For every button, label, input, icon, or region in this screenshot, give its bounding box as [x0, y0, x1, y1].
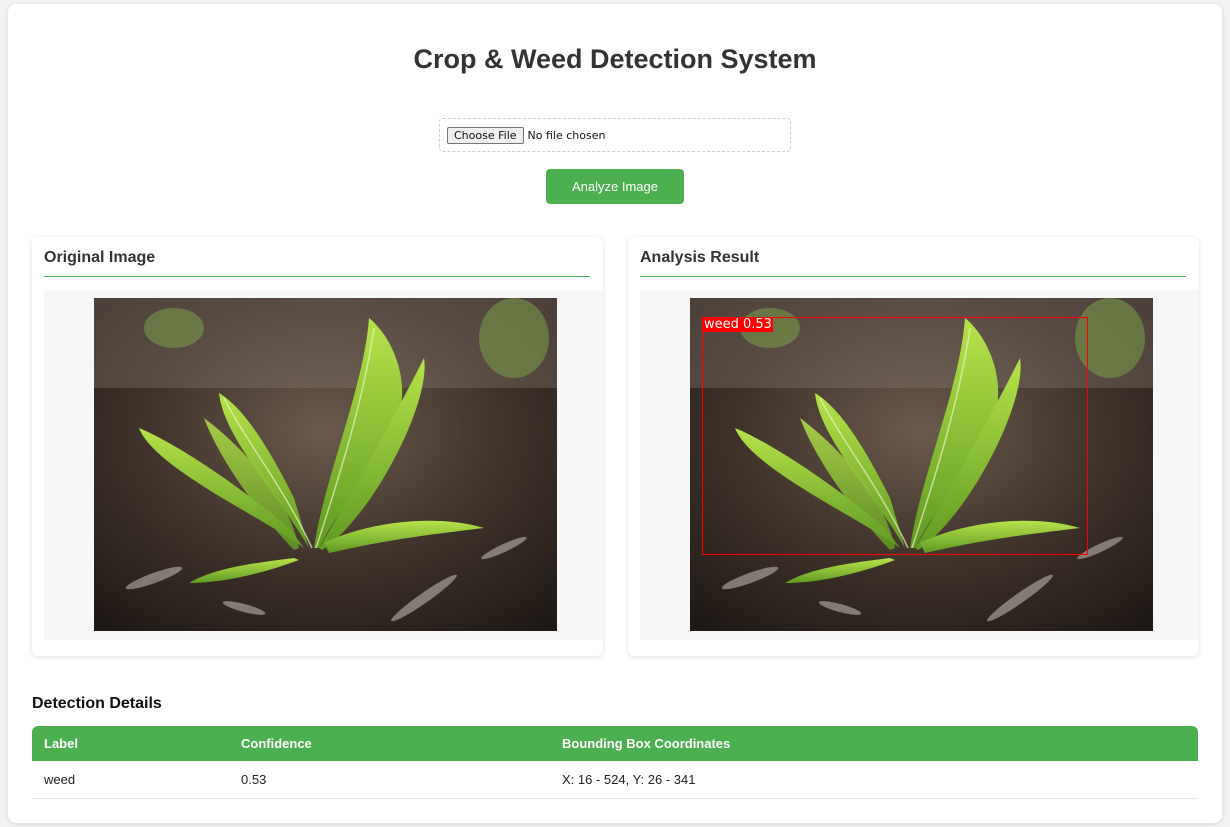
result-plant-image: weed 0.53: [690, 298, 1153, 631]
detection-bounding-box: weed 0.53: [702, 317, 1088, 555]
cell-bbox: X: 16 - 524, Y: 26 - 341: [550, 761, 1198, 799]
original-image-area: [44, 290, 603, 640]
result-image-area: weed 0.53: [640, 290, 1199, 640]
file-status: No file chosen: [527, 128, 606, 142]
cell-label: weed: [32, 761, 229, 799]
choose-file-button[interactable]: Choose File: [447, 126, 524, 144]
file-upload[interactable]: Choose File No file chosen: [439, 118, 791, 152]
original-plant-image: [94, 298, 557, 631]
page-title: Crop & Weed Detection System: [413, 44, 817, 74]
detection-label: weed 0.53: [703, 317, 773, 332]
detection-details-table: Label Confidence Bounding Box Coordinate…: [32, 726, 1198, 799]
analysis-result-card: Analysis Result weed 0.53: [628, 237, 1199, 656]
column-header-confidence: Confidence: [229, 726, 550, 761]
detection-details-title: Detection Details: [32, 695, 162, 712]
column-header-label: Label: [32, 726, 229, 761]
analyze-image-button[interactable]: Analyze Image: [546, 169, 684, 204]
original-image-card: Original Image: [32, 237, 603, 656]
main-container: Crop & Weed Detection System Choose File…: [8, 4, 1222, 823]
table-header-row: Label Confidence Bounding Box Coordinate…: [32, 726, 1198, 761]
cell-confidence: 0.53: [229, 761, 550, 799]
original-image-title: Original Image: [44, 249, 590, 277]
column-header-bbox: Bounding Box Coordinates: [550, 726, 1198, 761]
table-row: weed 0.53 X: 16 - 524, Y: 26 - 341: [32, 761, 1198, 799]
analysis-result-title: Analysis Result: [640, 249, 1186, 277]
